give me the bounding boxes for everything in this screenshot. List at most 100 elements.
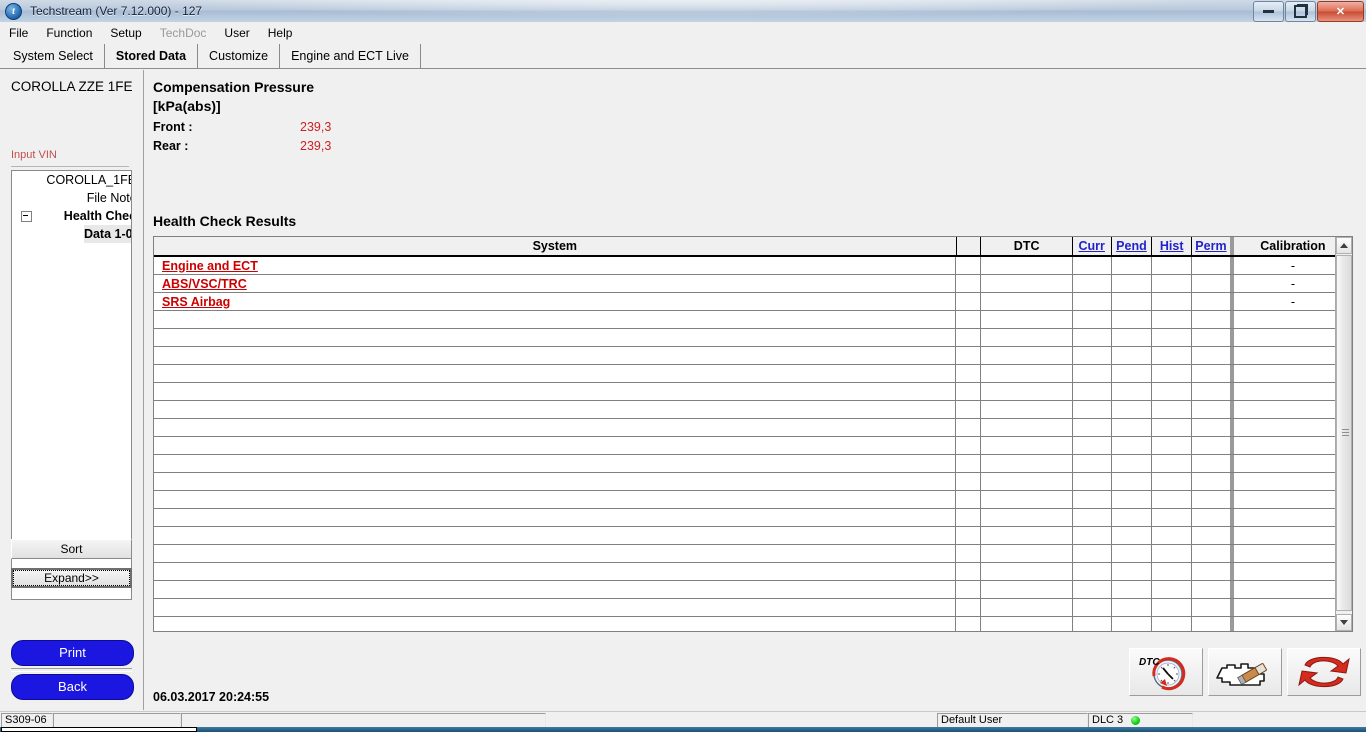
cell-perm bbox=[1192, 527, 1234, 544]
clear-dtc-button[interactable] bbox=[1208, 648, 1282, 696]
cell-hist bbox=[1152, 437, 1193, 454]
tree-collapse-icon[interactable] bbox=[21, 211, 32, 222]
tab-customize[interactable]: Customize bbox=[198, 44, 281, 68]
column-header-perm[interactable]: Perm bbox=[1192, 237, 1234, 255]
cell-blank bbox=[956, 455, 982, 472]
system-link[interactable]: SRS Airbag bbox=[162, 295, 230, 309]
cell-curr bbox=[1073, 509, 1112, 526]
cell-hist bbox=[1152, 365, 1193, 382]
scroll-down-button[interactable] bbox=[1336, 614, 1352, 631]
refresh-button[interactable] bbox=[1287, 648, 1361, 696]
compensation-pressure-title: Compensation Pressure [kPa(abs)] bbox=[153, 78, 314, 116]
tab-system-select[interactable]: System Select bbox=[2, 44, 105, 68]
cell-dtc bbox=[981, 437, 1073, 454]
window-title: Techstream (Ver 7.12.000) - 127 bbox=[30, 4, 203, 18]
connection-label: DLC 3 bbox=[1092, 714, 1124, 726]
menu-item-file[interactable]: File bbox=[0, 24, 37, 42]
column-header-pend[interactable]: Pend bbox=[1112, 237, 1153, 255]
cell-pend bbox=[1112, 455, 1153, 472]
cell-perm bbox=[1192, 383, 1234, 400]
cell-blank bbox=[956, 293, 982, 310]
cell-hist bbox=[1152, 293, 1193, 310]
column-header-hist[interactable]: Hist bbox=[1152, 237, 1193, 255]
cell-hist bbox=[1152, 509, 1193, 526]
system-link[interactable]: ABS/VSC/TRC bbox=[162, 277, 247, 291]
cell-hist bbox=[1152, 455, 1193, 472]
close-button[interactable]: ✕ bbox=[1317, 1, 1364, 22]
main-content: Compensation Pressure [kPa(abs)] Front :… bbox=[145, 70, 1366, 710]
dtc-check-button[interactable]: DTC bbox=[1129, 648, 1203, 696]
sort-button[interactable]: Sort bbox=[11, 539, 132, 559]
cell-curr bbox=[1073, 257, 1112, 274]
cell-dtc bbox=[981, 545, 1073, 562]
cell-curr bbox=[1073, 311, 1112, 328]
svg-text:DTC: DTC bbox=[1139, 657, 1160, 668]
cell-system: ABS/VSC/TRC bbox=[154, 275, 957, 292]
engine-erase-icon bbox=[1216, 663, 1267, 686]
menu-item-setup[interactable]: Setup bbox=[101, 24, 150, 42]
table-scrollbar[interactable] bbox=[1335, 237, 1352, 631]
back-button[interactable]: Back bbox=[11, 674, 134, 700]
timestamp: 06.03.2017 20:24:55 bbox=[153, 690, 270, 704]
minimize-button[interactable] bbox=[1253, 1, 1284, 22]
restore-button[interactable] bbox=[1285, 1, 1316, 22]
table-row bbox=[154, 419, 1352, 437]
cell-curr bbox=[1073, 437, 1112, 454]
tree-item-file-notes[interactable]: File Notes bbox=[12, 189, 131, 207]
cell-blank bbox=[956, 545, 982, 562]
tab-stored-data[interactable]: Stored Data bbox=[104, 44, 199, 68]
cell-dtc bbox=[981, 311, 1073, 328]
cell-blank bbox=[956, 347, 982, 364]
system-link[interactable]: Engine and ECT bbox=[162, 259, 258, 273]
cell-dtc bbox=[981, 257, 1073, 274]
cell-hist bbox=[1152, 473, 1193, 490]
cell-dtc bbox=[981, 419, 1073, 436]
cell-pend bbox=[1112, 563, 1153, 580]
table-header-row: System DTC Curr Pend Hist Perm Calibration bbox=[154, 237, 1352, 257]
cell-hist bbox=[1152, 599, 1193, 616]
cell-hist bbox=[1152, 257, 1193, 274]
table-row bbox=[154, 563, 1352, 581]
scroll-up-button[interactable] bbox=[1336, 237, 1352, 254]
cell-perm bbox=[1192, 419, 1234, 436]
menu-item-user[interactable]: User bbox=[215, 24, 258, 42]
cell-hist bbox=[1152, 401, 1193, 418]
health-check-title: Health Check Results bbox=[153, 213, 297, 229]
cell-pend bbox=[1112, 491, 1153, 508]
cell-blank bbox=[956, 509, 982, 526]
input-vin-link[interactable]: Input VIN bbox=[11, 149, 57, 161]
tab-bar: System Select Stored Data Customize Engine … bbox=[0, 43, 1366, 69]
cell-blank bbox=[956, 563, 982, 580]
compensation-title-line1: Compensation Pressure bbox=[153, 79, 315, 95]
cell-dtc bbox=[981, 383, 1073, 400]
cell-system bbox=[154, 545, 957, 562]
print-button[interactable]: Print bbox=[11, 640, 134, 666]
column-header-curr[interactable]: Curr bbox=[1073, 237, 1112, 255]
table-row bbox=[154, 347, 1352, 365]
scrollbar-thumb[interactable] bbox=[1336, 255, 1352, 611]
cell-curr bbox=[1073, 275, 1112, 292]
tree-item-health-check[interactable]: Health Check bbox=[12, 207, 131, 225]
table-row bbox=[154, 329, 1352, 347]
cell-hist bbox=[1152, 527, 1193, 544]
tree-item-corolla-1fe-[interactable]: COROLLA_1FE_ bbox=[12, 171, 131, 189]
menu-item-function[interactable]: Function bbox=[37, 24, 101, 42]
cell-perm bbox=[1192, 365, 1234, 382]
cell-blank bbox=[956, 599, 982, 616]
expand-button[interactable]: Expand>> bbox=[11, 568, 132, 588]
cell-blank bbox=[956, 437, 982, 454]
cell-perm bbox=[1192, 329, 1234, 346]
stored-data-tree[interactable]: COROLLA_1FE_ File Notes Health Check Data 1… bbox=[11, 170, 132, 600]
tab-engine-and-ect-live[interactable]: Engine and ECT Live bbox=[280, 44, 421, 68]
tree-item-data-1-06-[interactable]: Data 1-06. bbox=[12, 225, 131, 243]
status-field-2 bbox=[53, 712, 181, 728]
table-body: Engine and ECT - ABS/VSC/TRC - SRS Airbag - bbox=[154, 257, 1352, 631]
cell-dtc bbox=[981, 581, 1073, 598]
cell-dtc bbox=[981, 599, 1073, 616]
tree-item-label: File Notes bbox=[86, 191, 131, 205]
cell-system bbox=[154, 347, 957, 364]
taskbar-window-button[interactable] bbox=[1, 727, 197, 732]
cell-blank bbox=[956, 275, 982, 292]
menu-item-help[interactable]: Help bbox=[259, 24, 302, 42]
cell-perm bbox=[1192, 275, 1234, 292]
